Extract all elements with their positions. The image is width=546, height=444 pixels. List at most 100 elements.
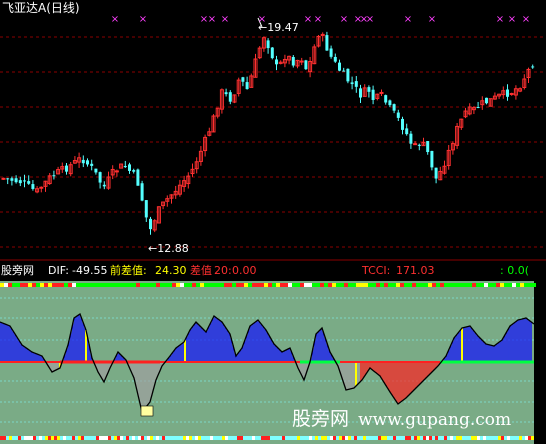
signal-strip-bottom xyxy=(333,436,336,440)
signal-strip-top xyxy=(20,283,24,287)
signal-strip-bottom xyxy=(297,436,300,440)
dip-marker xyxy=(140,405,154,417)
signal-strip-top xyxy=(372,283,376,287)
diff-label: 差值 xyxy=(190,264,212,277)
signal-strip-bottom xyxy=(255,436,258,440)
signal-strip-bottom xyxy=(369,436,372,440)
diff-param: 20: xyxy=(214,264,232,277)
signal-strip-top xyxy=(112,283,116,287)
signal-strip-top xyxy=(232,283,236,287)
candle-body-down xyxy=(485,97,488,104)
signal-strip-bottom xyxy=(486,436,489,440)
signal-strip-bottom xyxy=(438,436,441,440)
signal-strip-bottom xyxy=(519,436,522,440)
candle-body-down xyxy=(224,92,228,95)
signal-strip-bottom xyxy=(45,436,48,440)
signal-strip-bottom xyxy=(411,436,414,440)
candle-body-down xyxy=(128,164,131,171)
candle-body-down xyxy=(136,169,140,186)
signal-strip-top xyxy=(176,283,180,287)
tail-value: : 0.0( xyxy=(500,264,529,277)
period-label: (日线) xyxy=(46,1,80,15)
signal-strip-top xyxy=(248,283,252,287)
signal-marker-icon: × xyxy=(508,14,516,25)
signal-strip-top xyxy=(148,283,152,287)
signal-strip-bottom xyxy=(78,436,81,440)
signal-strip-bottom xyxy=(516,436,519,440)
signal-strip-top xyxy=(140,283,144,287)
candle-body-up xyxy=(1,177,6,180)
signal-strip-bottom xyxy=(135,436,138,440)
signal-strip-bottom xyxy=(0,436,3,440)
signal-strip-bottom xyxy=(435,436,438,440)
signal-strip-bottom xyxy=(12,436,15,440)
signal-strip-top xyxy=(476,283,480,287)
signal-strip-top xyxy=(12,283,16,287)
signal-strip-top xyxy=(488,283,492,287)
signal-strip-bottom xyxy=(441,436,444,440)
signal-strip-bottom xyxy=(69,436,72,440)
signal-strip-top xyxy=(420,283,424,287)
signal-marker-icon: × xyxy=(314,14,322,25)
signal-strip-bottom xyxy=(171,436,174,440)
signal-marker-icon: × xyxy=(340,14,348,25)
signal-strip-bottom xyxy=(132,436,135,440)
tcci-value: 171.03 xyxy=(396,264,435,277)
candle-body-down xyxy=(94,168,98,173)
candle-body-down xyxy=(241,77,245,82)
signal-strip-top xyxy=(40,283,44,287)
signal-strip-bottom xyxy=(285,436,288,440)
signal-strip-top xyxy=(460,283,464,287)
signal-strip-bottom xyxy=(183,436,186,440)
signal-strip-top xyxy=(60,283,64,287)
signal-strip-top xyxy=(304,283,308,287)
signal-strip-bottom xyxy=(417,436,420,440)
signal-strip-bottom xyxy=(501,436,504,440)
signal-strip-bottom xyxy=(402,436,405,440)
signal-strip-top xyxy=(516,283,520,287)
signal-strip-top xyxy=(68,283,72,287)
signal-strip-bottom xyxy=(51,436,54,440)
signal-marker-icon: × xyxy=(208,14,216,25)
candle-body-up xyxy=(413,143,418,146)
signal-strip-top xyxy=(532,283,536,287)
signal-strip-top xyxy=(364,283,368,287)
chart-canvas[interactable]: × × × × × × × × × ××× × × × × × xyxy=(0,0,546,444)
candle-body-down xyxy=(90,163,94,166)
candle-body-down xyxy=(144,200,148,218)
signal-strip-bottom xyxy=(30,436,33,440)
signal-strip-bottom xyxy=(9,436,12,440)
signal-strip-top xyxy=(376,283,380,287)
candle-body-down xyxy=(354,81,358,87)
signal-strip-bottom xyxy=(192,436,195,440)
candle-body-down xyxy=(81,159,85,164)
candle-body-down xyxy=(98,172,102,183)
signal-marker-icon: × xyxy=(111,14,119,25)
signal-strip-top xyxy=(256,283,260,287)
signal-strip-top xyxy=(260,283,264,287)
signal-strip-bottom xyxy=(222,436,225,440)
signal-strip-top xyxy=(332,283,336,287)
signal-strip-bottom xyxy=(57,436,60,440)
candle-body-down xyxy=(338,62,341,71)
candle-body-down xyxy=(18,180,22,184)
signal-strip-bottom xyxy=(246,436,249,440)
signal-strip-bottom xyxy=(126,436,129,440)
signal-strip-top xyxy=(48,283,52,287)
signal-strip-bottom xyxy=(375,436,378,440)
signal-strip-bottom xyxy=(288,436,291,440)
signal-strip-top xyxy=(408,283,412,287)
candle-body-down xyxy=(325,35,329,51)
signal-marker-icon: × xyxy=(366,14,374,25)
signal-strip-bottom xyxy=(231,436,234,440)
signal-strip-bottom xyxy=(120,436,123,440)
signal-strip-top xyxy=(340,283,344,287)
signal-strip-top xyxy=(116,283,120,287)
signal-strip-bottom xyxy=(42,436,45,440)
signal-strip-top xyxy=(480,283,484,287)
candle-body-up xyxy=(299,60,304,63)
signal-strip-top xyxy=(320,283,324,287)
signal-strip-bottom xyxy=(105,436,108,440)
candlestick-series[interactable] xyxy=(1,17,535,235)
signal-strip-bottom xyxy=(174,436,177,440)
